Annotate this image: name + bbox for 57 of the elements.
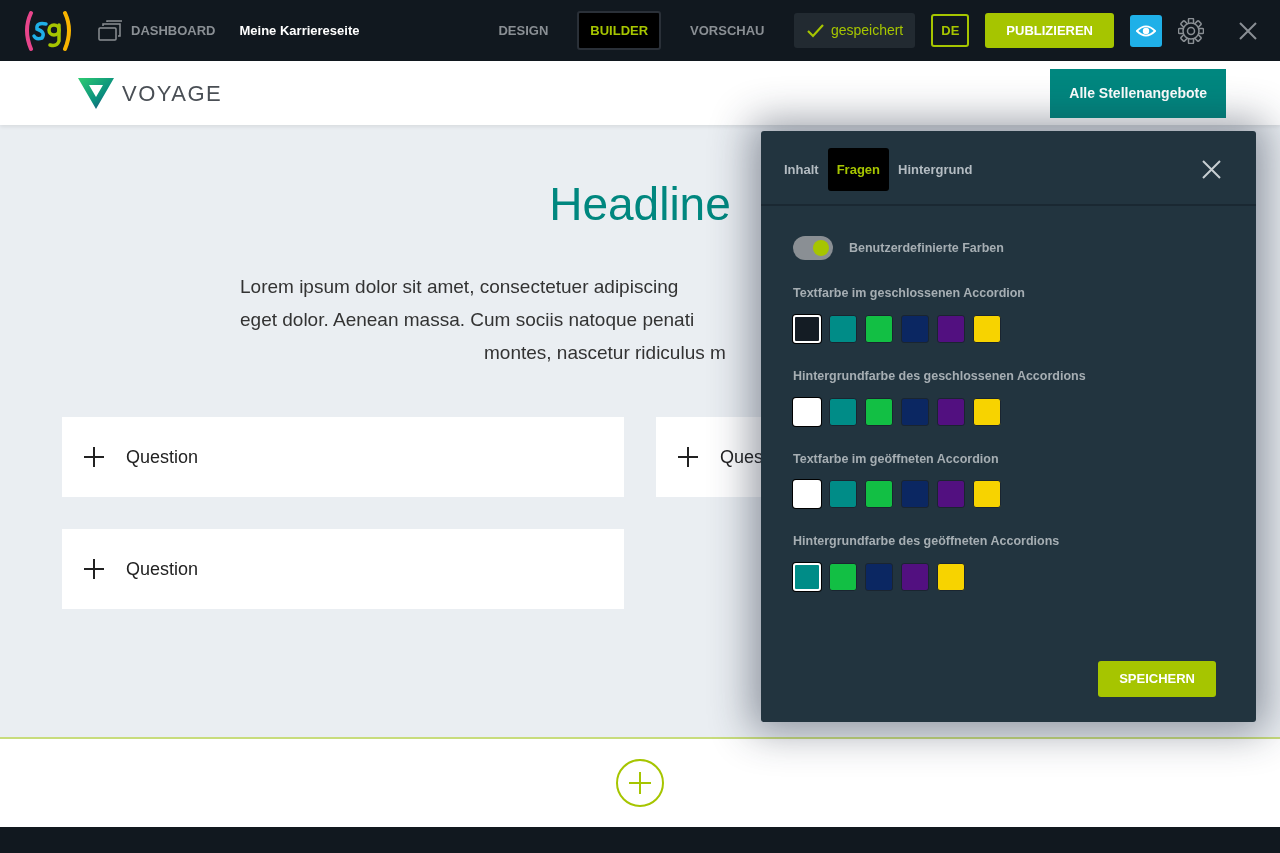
color-swatch[interactable] [937,480,965,509]
headline: Headline [548,177,732,232]
color-swatch[interactable] [829,563,857,591]
color-swatch[interactable] [937,314,965,343]
color-swatch[interactable] [901,314,929,343]
check-icon [805,22,825,39]
field-label: Textfarbe im geöffneten Accordion [793,450,1000,468]
color-swatch[interactable] [865,314,893,343]
question-label: Ques [720,445,764,469]
mode-tab[interactable]: DESIGN [485,10,562,51]
language-button[interactable]: DE [931,13,970,48]
paragraph-line: Lorem ipsum dolor sit amet, consectetuer adipiscing [240,275,679,300]
close-icon[interactable] [1202,160,1221,179]
color-swatch[interactable] [937,563,965,591]
brand-name: VOYAGE [122,79,223,108]
preview-button[interactable] [1130,14,1162,47]
color-swatch[interactable] [973,314,1001,343]
toggle-switch[interactable] [793,236,833,260]
question-label: Question [126,445,199,469]
color-swatch[interactable] [973,480,1001,509]
field-label: Hintergrundfarbe des geöffneten Accordions [793,533,1061,551]
plus-icon [84,559,104,580]
paragraph-line: montes, nascetur ridiculus m [483,341,726,366]
page-title: Meine Karriereseite [239,21,360,40]
windows-icon [98,20,123,41]
color-swatch[interactable] [901,397,929,426]
color-swatch[interactable] [865,563,893,591]
mode-tab[interactable]: VORSCHAU [677,10,778,51]
color-swatch[interactable] [865,480,893,509]
panel-tab[interactable]: Inhalt [775,147,828,192]
mode-tab[interactable]: BUILDER [577,10,662,51]
color-swatch[interactable] [937,397,965,426]
plus-icon [84,447,104,468]
color-swatch[interactable] [901,563,929,591]
logo-icon[interactable] [22,8,74,53]
color-swatch[interactable] [901,480,929,509]
color-swatch[interactable] [829,480,857,509]
saved-status: gespeichert [793,13,916,48]
close-icon[interactable] [1238,20,1258,41]
settings-icon[interactable] [1178,17,1204,44]
question-label: Question [126,557,199,581]
color-swatch[interactable] [973,397,1001,426]
dashboard-link[interactable]: DASHBOARD [131,20,216,41]
paragraph-line: eget dolor. Aenean massa. Cum sociis natoque penati [240,308,695,333]
color-swatch[interactable] [829,397,857,426]
panel-tab[interactable]: Fragen [827,147,889,192]
field-label: Hintergrundfarbe des geschlossenen Accordions [793,367,1087,385]
jobs-button[interactable]: Alle Stellenangebote [1050,68,1226,118]
toggle-label: Benutzerdefinierte Farben [849,239,1004,257]
accordion-item[interactable]: Question [62,417,624,498]
color-swatch[interactable] [829,314,857,343]
color-swatch[interactable] [865,397,893,426]
field-label: Textfarbe im geschlossenen Accordion [793,285,1026,302]
panel-tab[interactable]: Hintergrund [889,147,982,192]
logo-icon [78,77,114,109]
plus-icon [678,447,698,468]
accordion-item[interactable]: Question [62,529,624,610]
